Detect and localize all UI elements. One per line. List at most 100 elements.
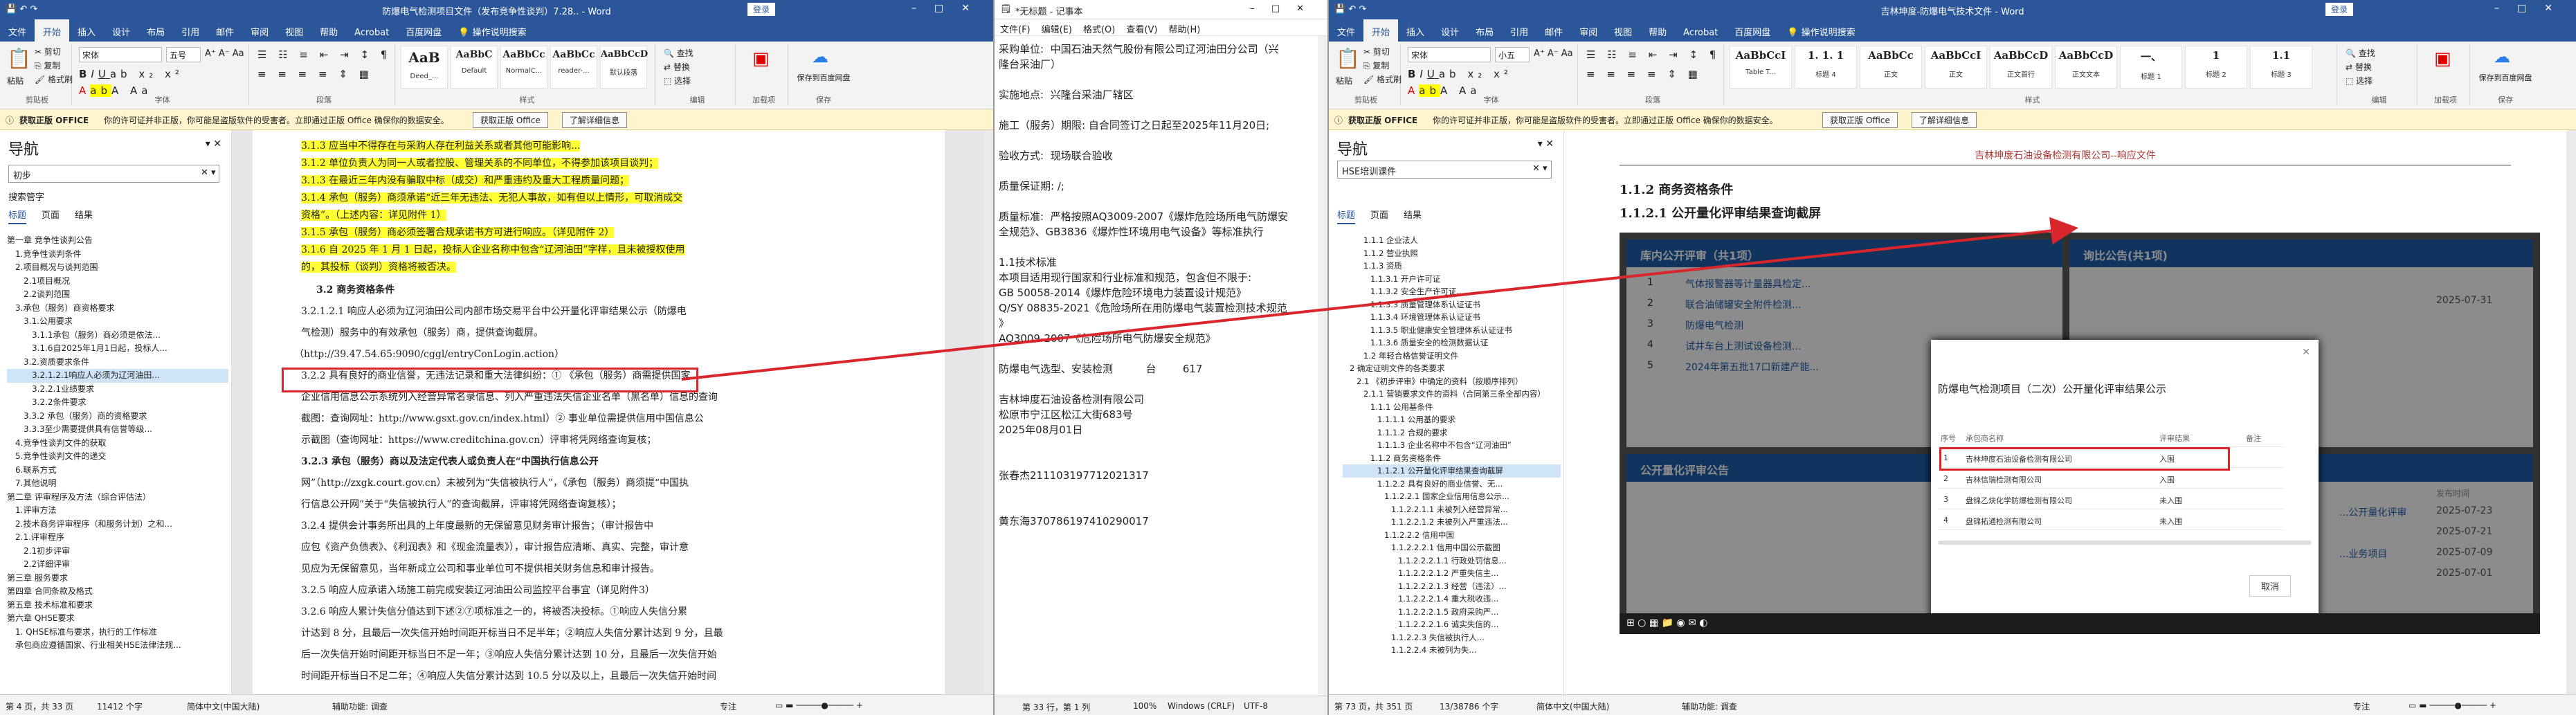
nav-item[interactable]: 1.1.1.1 公用基的要求 — [1343, 413, 1561, 426]
cloud-icon[interactable]: ☁ — [2494, 47, 2510, 66]
nav-item[interactable]: 3.2.2条件要求 — [7, 396, 228, 410]
nav-item[interactable]: 1.1.2.2.1 国家企业信用信息公示... — [1343, 490, 1561, 503]
tab-insert[interactable]: 插入 — [1398, 19, 1433, 44]
nav-item[interactable]: 1.1.3.5 职业健康安全管理体系认证证书 — [1343, 324, 1561, 337]
style-gallery-item[interactable]: AaBbCcD 正文首行 — [1990, 46, 2052, 89]
nav-item[interactable]: 3.承包（服务）商资格要求 — [7, 302, 228, 316]
nav-item[interactable]: 1.1.2.2.2 信用中国 — [1343, 529, 1561, 542]
style-gallery-item[interactable]: 1.1 标题 3 — [2250, 46, 2312, 89]
align-icons[interactable]: ≡ ≡ ≡ ≡ ⇕ ▦ — [1586, 68, 1702, 80]
nav-item[interactable]: 3.3.3至少需要提供具有信誉等级... — [7, 423, 228, 437]
nav-item[interactable]: 2.1初步评审 — [7, 545, 228, 559]
acrobat-icon[interactable]: ▣ — [2434, 48, 2451, 69]
format-painter-button[interactable]: 🖌 格式刷 — [1363, 73, 1402, 85]
style-gallery-item[interactable]: AaBbCcD 正文文本 — [2055, 46, 2117, 89]
font-name-select[interactable]: 宋体 — [79, 47, 162, 62]
font-size-select[interactable]: 五号 — [166, 47, 201, 62]
tab-view[interactable]: 视图 — [277, 19, 311, 44]
nav-item[interactable]: 6.联系方式 — [7, 464, 228, 478]
font-size-select[interactable]: 小五 — [1495, 47, 1530, 62]
nav-item[interactable]: 1.1.2.2.2.1.3 经营（违法）... — [1343, 580, 1561, 593]
tab-file[interactable]: 文件 — [1329, 19, 1363, 44]
nav-item[interactable]: 第二章 评审程序及方法（综合评估法） — [7, 491, 228, 505]
tab-acrobat[interactable]: Acrobat — [346, 22, 397, 44]
zoom-slider[interactable]: ▭ ▬ ─────●───── + — [775, 700, 863, 710]
find-button[interactable]: 🔍 查找 — [2346, 47, 2375, 59]
style-gallery-item[interactable]: AaBbCcI Table T... — [1730, 46, 1792, 89]
nav-item[interactable]: 第一章 竞争性谈判公告 — [7, 234, 228, 248]
nav-item[interactable]: 1.1.2.2.2.1.2 严重失信主... — [1343, 567, 1561, 580]
vertical-scrollbar[interactable] — [2566, 130, 2576, 694]
search-icon[interactable]: ✕ ▾ — [201, 168, 216, 178]
tab-home[interactable]: 开始 — [35, 19, 70, 44]
nav-item[interactable]: 1.1.2.2.2.1.1 行政处罚信息... — [1343, 554, 1561, 568]
cloud-icon[interactable]: ☁ — [812, 47, 828, 66]
nav-item[interactable]: 1.1.2.2.2.1.6 诚实失信的... — [1343, 618, 1561, 631]
tab-references[interactable]: 引用 — [173, 19, 208, 44]
nav-item[interactable]: 1.1.1 企业法人 — [1343, 234, 1561, 247]
style-gallery-item[interactable]: AaBbC Default — [451, 46, 498, 89]
nav-item[interactable]: 3.2.1.2.1响应人必须为辽河油田... — [7, 369, 228, 383]
style-gallery-item[interactable]: AaBbCcI 正文 — [1925, 46, 1987, 89]
tab-review[interactable]: 审阅 — [242, 19, 277, 44]
find-button[interactable]: 🔍 查找 — [664, 47, 693, 59]
menu-file[interactable]: 文件(F) — [995, 19, 1036, 38]
cancel-button[interactable]: 取消 — [2249, 575, 2291, 597]
vertical-scrollbar[interactable] — [983, 130, 993, 694]
nav-item[interactable]: 2 确定证明文件的各类要求 — [1343, 362, 1561, 375]
nav-item[interactable]: 2.项目概况与谈判范围 — [7, 261, 228, 275]
nav-item[interactable]: 第六章 QHSE要求 — [7, 612, 228, 626]
format-painter-button[interactable]: 🖌 格式刷 — [35, 73, 73, 85]
focus-mode[interactable]: 专注 — [2353, 700, 2370, 712]
nav-item[interactable]: 1.1.1.3 企业名称中不包含“辽河油田” — [1343, 439, 1561, 452]
select-button[interactable]: ⬚ 选择 — [2346, 75, 2373, 87]
tab-acrobat[interactable]: Acrobat — [1675, 22, 1726, 44]
baidu-save-button[interactable]: 保存到百度网盘 — [792, 72, 855, 83]
tab-home[interactable]: 开始 — [1363, 19, 1399, 44]
windows-icon[interactable]: ⊞ ○ ▦ 📁 ◉ ✉ ◐ — [1626, 617, 1707, 628]
tab-design[interactable]: 设计 — [1433, 19, 1467, 44]
nav-tab-headings[interactable]: 标题 — [8, 210, 27, 224]
copy-button[interactable]: ⎘ 复制 — [1363, 60, 1389, 71]
window-controls[interactable]: –□✕ — [2494, 3, 2570, 14]
nav-tab-results[interactable]: 结果 — [75, 210, 93, 221]
tab-review[interactable]: 审阅 — [1571, 19, 1606, 44]
nav-item[interactable]: 1.1.3.1 开户许可证 — [1343, 273, 1561, 286]
style-gallery-item[interactable]: AaB Deed_... — [401, 46, 448, 89]
nav-item[interactable]: 2.1项目概况 — [7, 275, 228, 289]
nav-item[interactable]: 1.1.2.2 具有良好的商业信誉、无... — [1343, 478, 1561, 491]
nav-item[interactable]: 1.1.3 资质 — [1343, 260, 1561, 273]
tab-layout[interactable]: 布局 — [1467, 19, 1502, 44]
nav-item[interactable]: 1.1.2.2.2.1.4 重大税收违... — [1343, 592, 1561, 606]
nav-item[interactable]: 3.2.资质要求条件 — [7, 356, 228, 370]
tab-layout[interactable]: 布局 — [138, 19, 173, 44]
copy-button[interactable]: ⎘ 复制 — [35, 60, 60, 71]
font-name-select[interactable]: 宋体 — [1408, 47, 1491, 62]
replace-button[interactable]: ⇄ 替换 — [664, 61, 690, 73]
nav-tab-results[interactable]: 结果 — [1404, 210, 1422, 221]
learn-more-button[interactable]: 了解详细信息 — [562, 112, 628, 128]
tab-insert[interactable]: 插入 — [69, 19, 104, 44]
list-icons[interactable]: ☰ ☷ ≡ ⇤ ⇥ ↕ ¶ — [1586, 48, 1720, 61]
tab-view[interactable]: 视图 — [1606, 19, 1640, 44]
notepad-text-area[interactable]: 采购单位: 中国石油天然气股份有限公司辽河油田分公司（兴 隆台采油厂） 实施地点: … — [999, 42, 1323, 529]
nav-item[interactable]: 1.评审方法 — [7, 504, 228, 518]
nav-search-input[interactable]: HSE培训课件 — [1337, 161, 1552, 179]
list-icons[interactable]: ☰ ☷ ≡ ⇤ ⇥ ↕ ¶ — [257, 48, 391, 61]
nav-item[interactable]: 1.1.2.1 公开量化评审结果查询截屏 — [1343, 464, 1561, 478]
tab-references[interactable]: 引用 — [1502, 19, 1536, 44]
tab-mailings[interactable]: 邮件 — [208, 19, 242, 44]
document-page[interactable]: 吉林坤度石油设备检测有限公司--响应文件 1.1.2 商务资格条件 1.1.2.… — [1564, 130, 2566, 694]
paste-icon[interactable]: 📋 — [1336, 47, 1360, 70]
tab-file[interactable]: 文件 — [0, 19, 35, 44]
nav-item[interactable]: 1.1.2.2.4 未被列为失... — [1343, 644, 1561, 657]
get-genuine-button[interactable]: 获取正版 Office — [473, 112, 548, 128]
tab-baidu[interactable]: 百度网盘 — [397, 19, 450, 44]
zoom-slider[interactable]: ▭ ▬ ─────●───── + — [2409, 700, 2496, 710]
grow-font-icon[interactable]: A⁺ A⁻ Aa — [1534, 48, 1573, 59]
menu-format[interactable]: 格式(O) — [1078, 19, 1121, 38]
nav-item[interactable]: 1.1.2.2.2.1.5 政府采购严... — [1343, 606, 1561, 619]
document-page[interactable]: 3.1.3 应当中不得存在与采购人存在利益关系或者其他可能影响... 3.1.2 … — [253, 130, 945, 694]
tab-help[interactable]: 帮助 — [1640, 19, 1675, 44]
close-icon[interactable]: ▾ ✕ — [1538, 138, 1554, 150]
